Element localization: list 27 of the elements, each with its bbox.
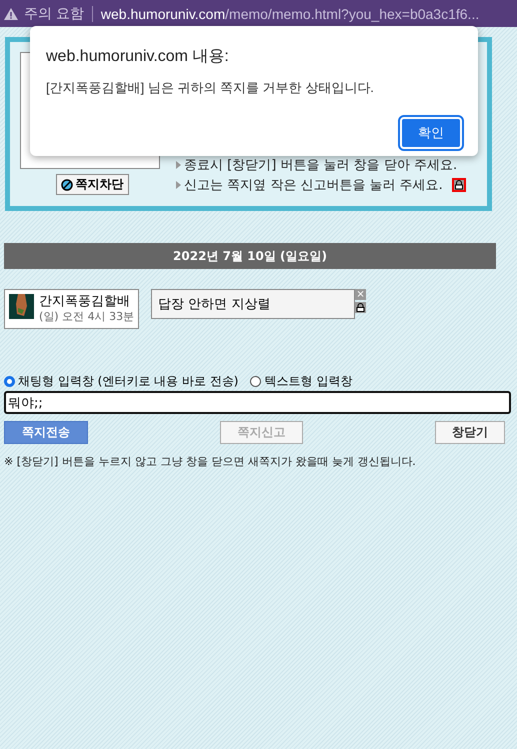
block-icon (60, 178, 72, 190)
url-text[interactable]: web.humoruniv.com/memo/memo.html?you_hex=b0a3c1f6... (100, 6, 480, 22)
radio-button[interactable] (250, 376, 262, 387)
radio-label[interactable]: 채팅형 입력창 (엔터키로 내용 바로 전송) (18, 373, 238, 390)
sender-name: 간지폭풍김할배 (39, 294, 131, 309)
report-icon (452, 178, 466, 192)
bullet-icon (176, 181, 181, 189)
note-text: 종료시 [창닫기] 버튼을 눌러 창을 닫아 주세요. (184, 157, 458, 174)
dialog-title: web.humoruniv.com 내용: (46, 47, 230, 67)
security-warning: 주의 요함 (24, 4, 84, 22)
radio-button[interactable] (4, 376, 15, 387)
message-input[interactable]: 뭐야;; (4, 391, 511, 414)
footnote: ※ [창닫기] 버튼을 누르지 않고 그냥 창을 닫으면 새쪽지가 왔을때 늦게 갱신됩니다. (4, 454, 417, 469)
bullet-icon (176, 161, 181, 169)
dialog-message: [간지폭풍김할배] 님은 귀하의 쪽지를 거부한 상태입니다. (46, 79, 375, 97)
warning-icon (4, 8, 18, 20)
ok-button[interactable]: 확인 (400, 117, 462, 149)
block-button[interactable]: 쪽지차단 (56, 174, 128, 195)
close-button[interactable]: 창닫기 (435, 421, 505, 444)
message-time: (일) 오전 4시 33분 (39, 309, 134, 324)
radio-label[interactable]: 텍스트형 입력창 (264, 373, 352, 390)
date-header: 2022년 7월 10일 (일요일) (4, 243, 496, 269)
note-text: 신고는 쪽지옆 작은 신고버튼을 눌러 주세요. (184, 177, 443, 194)
address-bar[interactable]: 주의 요함 web.humoruniv.com/memo/memo.html?you_hex=b0a3c1f6... (0, 0, 517, 27)
message-bubble: 답장 안하면 지상렬 (151, 289, 356, 319)
avatar-icon (9, 294, 34, 319)
report-icon[interactable] (355, 302, 366, 313)
